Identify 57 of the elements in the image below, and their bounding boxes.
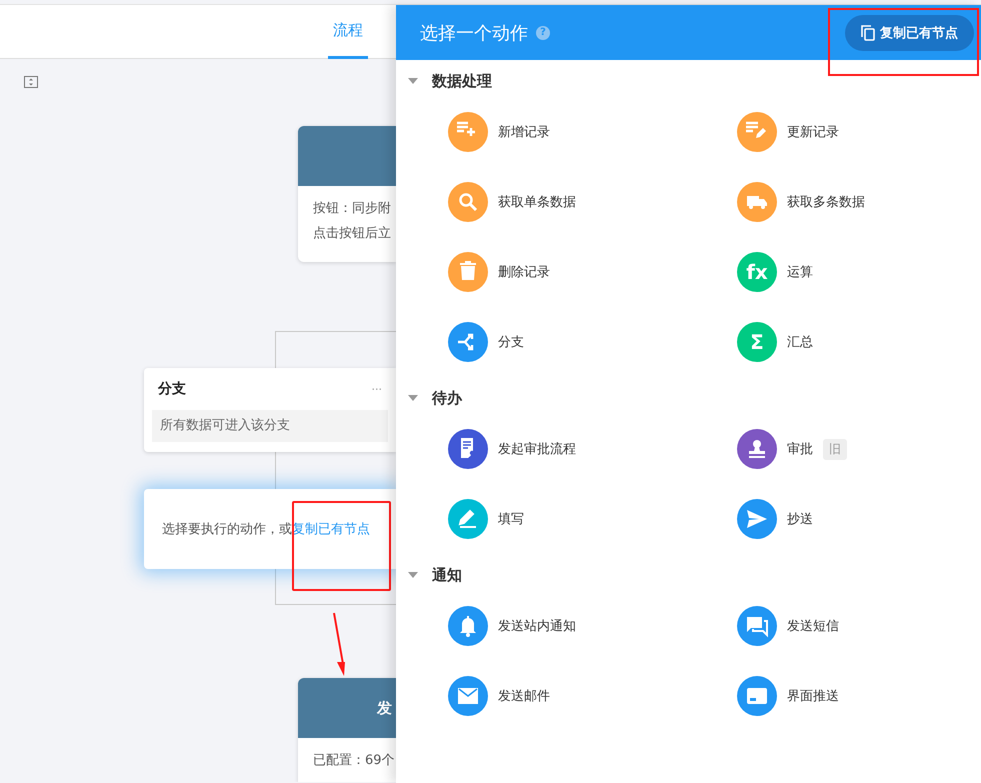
collapse-caret-icon[interactable] xyxy=(408,395,418,401)
action-item[interactable]: 审批 旧 xyxy=(737,414,981,484)
placeholder-text: 选择要执行的动作，或复制已有节点 xyxy=(161,521,370,538)
section-title: 通知 xyxy=(432,566,462,584)
action-label: 填写 xyxy=(498,511,524,528)
branch-title: 分支 xyxy=(158,380,186,398)
action-item[interactable]: 发起审批流程 xyxy=(448,414,737,484)
action-label: 发送站内通知 xyxy=(498,618,576,635)
action-item[interactable]: 删除记录 xyxy=(448,237,737,307)
action-item[interactable]: 获取单条数据 xyxy=(448,167,737,237)
action-node-card[interactable]: 发 已配置：69个 xyxy=(298,678,396,782)
action-label: 抄送 xyxy=(787,511,813,528)
collapse-caret-icon[interactable] xyxy=(408,78,418,84)
action-item[interactable]: 发送站内通知 xyxy=(448,591,737,661)
action-label: 分支 xyxy=(498,334,524,351)
trigger-node-card[interactable]: 按钮：同步附 点击按钮后立 xyxy=(298,126,396,262)
panel-title: 选择一个动作 xyxy=(420,22,528,44)
action-label: 界面推送 xyxy=(787,688,839,705)
old-tag: 旧 xyxy=(823,438,847,460)
node-text: 已配置：69个 xyxy=(312,752,396,770)
action-item[interactable]: 获取多条数据 xyxy=(737,167,981,237)
node-text: 按钮：同步附 xyxy=(312,200,392,218)
node-text: 点击按钮后立 xyxy=(312,225,392,243)
formula-icon: Σ xyxy=(737,322,777,362)
action-label: 发送邮件 xyxy=(498,688,550,705)
action-label: 新增记录 xyxy=(498,124,550,141)
action-label: 汇总 xyxy=(787,334,813,351)
action-item[interactable]: fx 运算 xyxy=(737,237,981,307)
formula-icon: fx xyxy=(737,252,777,292)
action-label: 审批 xyxy=(787,441,813,458)
action-label: 更新记录 xyxy=(787,124,839,141)
action-label: 删除记录 xyxy=(498,264,550,281)
action-item[interactable]: Σ 汇总 xyxy=(737,307,981,377)
action-placeholder-card[interactable]: 选择要执行的动作，或复制已有节点 xyxy=(144,489,396,569)
section-title: 待办 xyxy=(432,388,462,408)
action-label: 获取单条数据 xyxy=(498,194,576,211)
node-title: 发 xyxy=(377,698,393,718)
action-label: 获取多条数据 xyxy=(787,194,865,211)
action-item[interactable]: 更新记录 xyxy=(737,97,981,167)
action-item[interactable]: 发送短信 xyxy=(737,591,981,661)
fit-view-icon[interactable] xyxy=(24,76,38,88)
action-item[interactable]: 分支 xyxy=(448,307,737,377)
action-item[interactable]: 界面推送 xyxy=(737,661,981,731)
branch-condition: 所有数据可进入该分支 xyxy=(152,410,388,442)
action-label: 发送短信 xyxy=(787,618,839,635)
action-label: 发起审批流程 xyxy=(498,441,576,458)
action-item[interactable]: 发送邮件 xyxy=(448,661,737,731)
copy-icon xyxy=(861,24,875,40)
collapse-caret-icon[interactable] xyxy=(408,572,418,578)
section-title: 数据处理 xyxy=(432,72,492,90)
action-label: 运算 xyxy=(787,264,813,281)
branch-node-card[interactable]: 分支 ··· 所有数据可进入该分支 xyxy=(144,368,396,452)
action-item[interactable]: 抄送 xyxy=(737,484,981,554)
copy-node-button[interactable]: 复制已有节点 xyxy=(845,14,974,50)
action-item[interactable]: 新增记录 xyxy=(448,97,737,167)
action-item[interactable]: 填写 xyxy=(448,484,737,554)
annotation-arrow xyxy=(333,612,345,676)
